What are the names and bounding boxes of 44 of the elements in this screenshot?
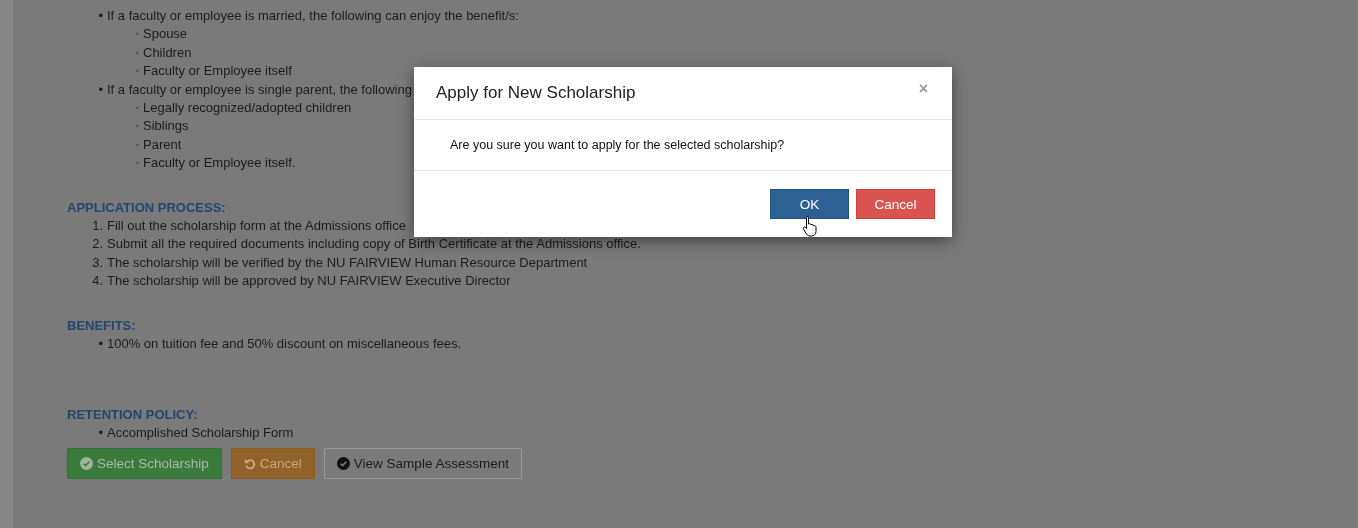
list-item: Faculty or Employee itself (143, 62, 292, 81)
cancel-button[interactable]: Cancel (856, 189, 935, 219)
list-marker: ◦ (134, 156, 139, 171)
section-heading: APPLICATION PROCESS: (67, 198, 227, 217)
list-marker: ◦ (134, 45, 139, 60)
list-marker: ◦ (134, 64, 139, 79)
ok-button[interactable]: OK (770, 189, 849, 219)
list-item: Parent (143, 135, 182, 154)
list-marker: 1. (91, 217, 103, 236)
list-item: Legally recognized/adopted children (143, 99, 352, 118)
list-item: If a faculty or employee is married, the following can enjoy the benefit/s: (107, 7, 519, 25)
list-item: Faculty or Employee itself. (143, 154, 296, 173)
undo-icon (243, 457, 256, 471)
list-marker: • (97, 80, 103, 99)
list-marker: ◦ (134, 119, 139, 134)
section-heading: BENEFITS: (67, 316, 137, 335)
list-marker: ◦ (134, 27, 139, 42)
list-marker: ◦ (134, 101, 139, 116)
cancel-button[interactable]: Cancel (230, 448, 315, 480)
list-item: If a faculty or employee is single parent, the following (107, 80, 412, 99)
list-item: Submit all the required documents including copy of Birth Certificate at the Admissions office. (107, 235, 641, 254)
check-circle-icon (336, 457, 350, 471)
list-marker: • (97, 335, 103, 354)
list-marker: 3. (91, 253, 103, 272)
dialog-title: Apply for New Scholarship (436, 83, 636, 103)
list-item: Siblings (143, 117, 189, 136)
close-button[interactable]: × (916, 80, 930, 98)
view-button[interactable]: View Sample Assessment (323, 448, 522, 480)
list-item: Children (143, 43, 192, 62)
section-heading: RETENTION POLICY: (67, 405, 199, 424)
list-item: Spouse (143, 25, 188, 44)
dialog-message: Are you sure you want to apply for the selected scholarship? (450, 138, 785, 152)
list-marker: 2. (91, 235, 103, 254)
list-marker: 4. (91, 272, 103, 291)
check-circle-icon (80, 457, 93, 471)
list-item: 100% on tuition fee and 50% discount on miscellaneous fees. (107, 335, 462, 354)
list-item: The scholarship will be verified by the NU FAIRVIEW Human Resource Department (107, 253, 588, 272)
select-button[interactable]: Select Scholarship (67, 448, 222, 480)
list-marker: ◦ (134, 137, 139, 152)
list-marker: • (97, 423, 103, 442)
list-item: Accomplished Scholarship Form (107, 423, 294, 442)
list-item: The scholarship will be approved by NU FAIRVIEW Executive Director (107, 272, 511, 291)
list-item: Fill out the scholarship form at the Admissions office (107, 217, 406, 236)
list-marker: • (97, 7, 103, 25)
